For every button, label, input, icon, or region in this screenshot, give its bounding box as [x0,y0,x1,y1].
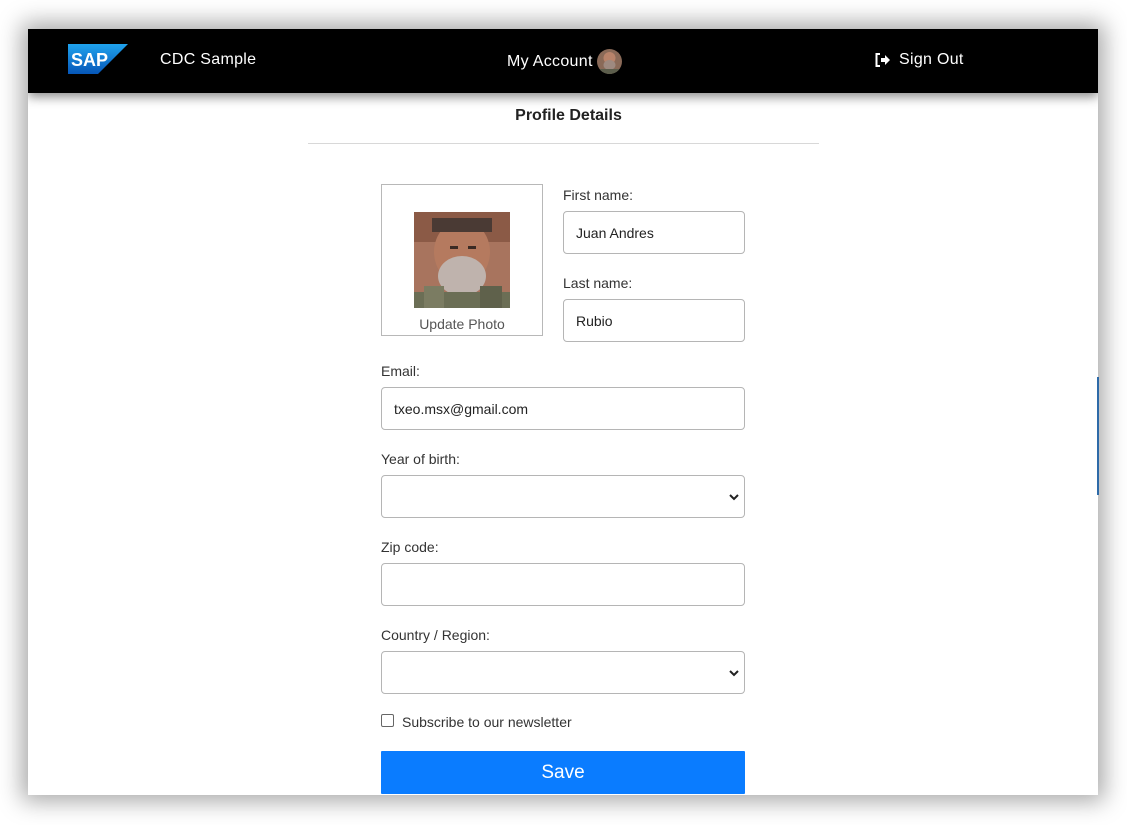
profile-photo [414,212,510,308]
zip-code-field[interactable] [381,563,745,606]
title-divider [308,143,819,144]
my-account-label: My Account [507,52,593,70]
my-account-link[interactable]: My Account [507,49,622,74]
background-window-edge [1097,377,1099,495]
save-button[interactable]: Save [381,751,745,794]
newsletter-label[interactable]: Subscribe to our newsletter [402,714,572,730]
email-label: Email: [381,363,420,379]
screenshot-stage: SAP CDC Sample My Account Sign Out Profi… [0,0,1127,825]
update-photo-label: Update Photo [419,316,505,332]
page-title: Profile Details [515,107,622,124]
country-region-label: Country / Region: [381,627,490,643]
zip-code-label: Zip code: [381,539,439,555]
year-of-birth-select[interactable] [381,475,745,518]
svg-text:SAP: SAP [71,50,108,70]
first-name-label: First name: [563,187,634,203]
sign-out-label: Sign Out [899,51,964,68]
sap-logo[interactable]: SAP [68,44,128,74]
year-of-birth-label: Year of birth: [381,451,460,467]
chevron-down-icon [729,494,739,501]
sign-out-icon [875,53,890,67]
email-field[interactable] [381,387,745,430]
chevron-down-icon [729,670,739,677]
last-name-field[interactable] [563,299,745,342]
browser-window: SAP CDC Sample My Account Sign Out Profi… [28,29,1098,795]
top-navbar: SAP CDC Sample My Account Sign Out [28,29,1098,93]
brand-name[interactable]: CDC Sample [160,51,256,69]
country-region-select[interactable] [381,651,745,694]
newsletter-checkbox[interactable] [381,714,394,727]
last-name-label: Last name: [563,275,633,291]
sign-out-link[interactable]: Sign Out [875,51,964,69]
first-name-field[interactable] [563,211,745,254]
update-photo-button[interactable]: Update Photo [381,184,543,336]
avatar[interactable] [596,49,622,74]
